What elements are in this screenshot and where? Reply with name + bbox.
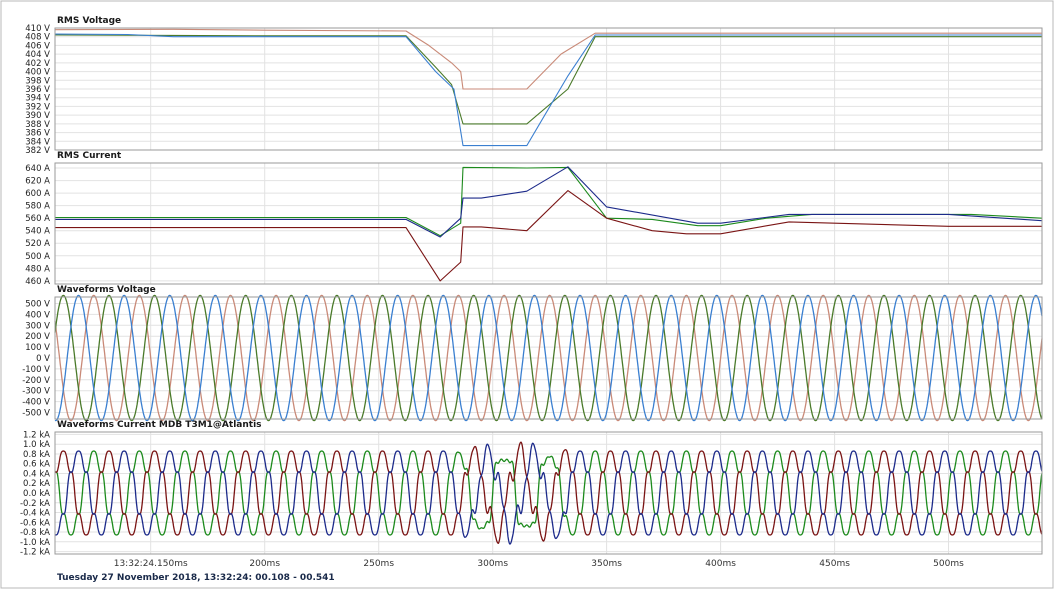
- rms-current-y-tick-label: 560 A: [25, 214, 50, 224]
- waveforms-voltage-y-tick-label: 300 V: [25, 321, 50, 331]
- waveforms-current-y-tick-label: 0.4 kA: [23, 470, 50, 480]
- waveforms-voltage-y-tick-label: -500 V: [22, 409, 50, 419]
- rms-voltage-y-tick-label: 382 V: [25, 146, 50, 156]
- rms-current-y-tick-label: 640 A: [25, 164, 50, 174]
- x-tick-label: 500ms: [933, 559, 964, 569]
- waveforms-voltage-y-tick-label: -400 V: [22, 398, 50, 408]
- waveforms-voltage-y-tick-label: 400 V: [25, 310, 50, 320]
- waveforms-voltage-y-tick-label: 100 V: [25, 343, 50, 353]
- waveforms-current-y-tick-label: -0.6 kA: [20, 518, 50, 528]
- waveforms-current-y-tick-label: -0.8 kA: [20, 528, 50, 538]
- footer-timestamp: Tuesday 27 November 2018, 13:32:24: 00.1…: [57, 573, 335, 583]
- waveforms-current-y-tick-label: 1.0 kA: [23, 440, 50, 450]
- rms-current-y-tick-label: 600 A: [25, 189, 50, 199]
- rms-current-y-tick-label: 480 A: [25, 264, 50, 274]
- waveforms-current-y-tick-label: 0.0 kA: [23, 489, 50, 499]
- waveforms-voltage-y-tick-label: 500 V: [25, 300, 50, 310]
- rms-waveform-viewer: RMS Voltage 410 V 408 V 406 V 404 V 402 V 400…: [0, 0, 1054, 589]
- waveforms-current-y-tick-label: 0.2 kA: [23, 479, 50, 489]
- rms-current-y-tick-label: 540 A: [25, 227, 50, 237]
- waveforms-current-y-tick-label: -0.4 kA: [20, 509, 50, 519]
- waveforms-current-y-tick-label: -1.2 kA: [20, 548, 50, 558]
- rms-current-y-tick-label: 460 A: [25, 277, 50, 287]
- x-tick-label: 450ms: [819, 559, 850, 569]
- x-tick-label: 350ms: [591, 559, 622, 569]
- x-tick-label: 250ms: [363, 559, 394, 569]
- rms-current-y-tick-label: 580 A: [25, 202, 50, 212]
- x-tick-label: 400ms: [705, 559, 736, 569]
- waveforms-current-y-tick-label: 0.8 kA: [23, 450, 50, 460]
- waveforms-voltage-y-tick-label: 0 V: [36, 354, 50, 364]
- rms-current-y-tick-label: 520 A: [25, 239, 50, 249]
- waveforms-voltage-title: Waveforms Voltage: [57, 285, 156, 295]
- waveforms-current-y-tick-label: 1.2 kA: [23, 430, 50, 440]
- rms-voltage-title: RMS Voltage: [57, 16, 121, 26]
- waveforms-current-y-tick-label: -1.0 kA: [20, 538, 50, 548]
- rms-current-y-tick-label: 620 A: [25, 177, 50, 187]
- x-tick-label: 13:32:24.150ms: [114, 559, 188, 569]
- rms-current-y-tick-label: 500 A: [25, 252, 50, 262]
- rms-current-title: RMS Current: [57, 151, 122, 161]
- x-tick-label: 200ms: [249, 559, 280, 569]
- waveforms-current-y-tick-label: -0.2 kA: [20, 499, 50, 509]
- waveforms-voltage-y-tick-label: -300 V: [22, 387, 50, 397]
- waveforms-current-title: Waveforms Current MDB T3M1@Atlantis: [57, 420, 262, 430]
- rms-voltage-y-axis: 410 V408 V406 V404 V402 V400 V398 V396 V…: [25, 24, 50, 156]
- x-tick-label: 300ms: [477, 559, 508, 569]
- waveforms-voltage-y-tick-label: 200 V: [25, 332, 50, 342]
- waveforms-current-y-axis: 1.2 kA1.0 kA0.8 kA0.6 kA0.4 kA0.2 kA0.0 …: [20, 430, 50, 557]
- waveforms-current-y-tick-label: 0.6 kA: [23, 460, 50, 470]
- waveforms-voltage-y-tick-label: -100 V: [22, 365, 50, 375]
- chart-frame: RMS Voltage 410 V408 V406 V404 V402 V400…: [0, 0, 1054, 589]
- waveforms-voltage-y-tick-label: -200 V: [22, 376, 50, 386]
